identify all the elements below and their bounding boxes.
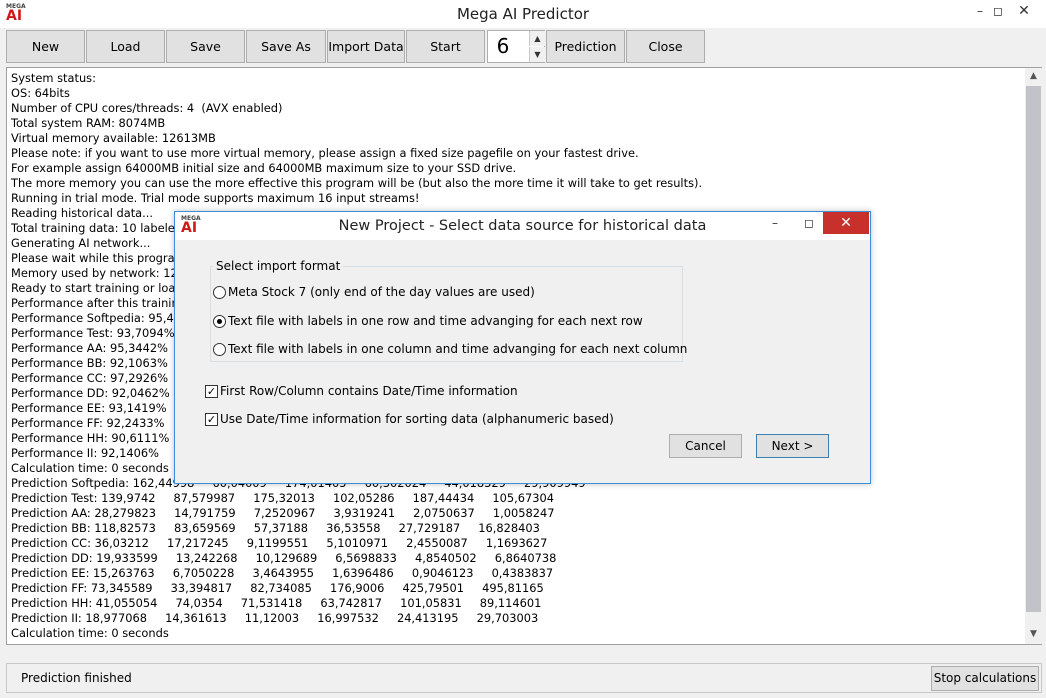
vertical-scrollbar[interactable]: ▲ ▼	[1025, 68, 1042, 644]
window-title: Mega AI Predictor	[456, 5, 590, 23]
option-text-rows-label[interactable]: Text file with labels in one row and tim…	[228, 314, 643, 329]
log-line: System status:	[11, 71, 96, 85]
radio-metastock[interactable]	[213, 286, 226, 299]
option-metastock-label[interactable]: Meta Stock 7 (only end of the day values…	[228, 285, 535, 300]
dialog-body: Select import format Meta Stock 7 (only …	[177, 240, 866, 480]
save-as-button[interactable]: Save As	[246, 30, 326, 63]
cancel-button[interactable]: Cancel	[669, 434, 742, 458]
status-bar: Prediction finished Stop calculations	[6, 663, 1042, 693]
log-line: Prediction EE: 15,263763 6,7050228 3,464…	[11, 566, 554, 580]
new-button[interactable]: New	[6, 30, 85, 63]
spinner-value[interactable]: 6	[488, 31, 518, 62]
log-line: Please note: if you want to use more vir…	[11, 146, 639, 160]
scroll-thumb[interactable]	[1026, 86, 1041, 612]
dialog-close-icon[interactable]: ✕	[823, 212, 869, 234]
option-text-columns-label[interactable]: Text file with labels in one column and …	[228, 342, 687, 357]
dialog-title-bar: MEGA AI New Project - Select data source…	[175, 212, 870, 240]
training-spinner[interactable]: 6 ▲ ▼	[487, 30, 545, 63]
checkbox-sort-date[interactable]: ✓	[205, 413, 218, 426]
radio-text-rows[interactable]	[213, 315, 226, 328]
log-line: Prediction CC: 36,03212 17,217245 9,1199…	[11, 536, 548, 550]
close-button[interactable]: Close	[626, 30, 705, 63]
log-line: Prediction II: 18,977068 14,361613 11,12…	[11, 611, 539, 625]
save-button[interactable]: Save	[166, 30, 245, 63]
log-line: Total system RAM: 8074MB	[11, 116, 166, 130]
log-line: Running in trial mode. Trial mode suppor…	[11, 191, 420, 205]
new-project-dialog: MEGA AI New Project - Select data source…	[174, 211, 871, 484]
radio-text-columns[interactable]	[213, 343, 226, 356]
log-line: Prediction DD: 19,933599 13,242268 10,12…	[11, 551, 557, 565]
checkbox-date-info-label[interactable]: First Row/Column contains Date/Time info…	[220, 384, 518, 399]
log-line: For example assign 64000MB initial size …	[11, 161, 517, 175]
start-training-button[interactable]: Start Training	[406, 30, 485, 85]
log-line: Prediction Test: 139,9742 87,579987 175,…	[11, 491, 554, 505]
checkbox-sort-date-label[interactable]: Use Date/Time information for sorting da…	[220, 412, 614, 427]
restore-icon[interactable]: ◻	[984, 0, 1012, 22]
log-line: Number of CPU cores/threads: 4 (AVX enab…	[11, 101, 283, 115]
close-icon[interactable]: ✕	[1010, 0, 1038, 22]
dialog-maximize-icon[interactable]: ◻	[795, 212, 823, 234]
scroll-down-icon[interactable]: ▼	[1025, 626, 1042, 643]
status-text: Prediction finished	[21, 671, 132, 685]
scroll-up-icon[interactable]: ▲	[1025, 68, 1042, 85]
import-data-button[interactable]: Import Data	[327, 30, 405, 63]
log-line: Virtual memory available: 12613MB	[11, 131, 216, 145]
log-line: Calculation time: 0 seconds	[11, 626, 169, 640]
title-bar: MEGA AI Mega AI Predictor – ◻ ✕	[0, 0, 1046, 28]
prediction-button[interactable]: Prediction	[546, 30, 625, 63]
spin-up-icon[interactable]: ▲	[529, 31, 545, 46]
import-format-label: Select import format	[213, 259, 344, 273]
log-line: Prediction AA: 28,279823 14,791759 7,252…	[11, 506, 555, 520]
load-button[interactable]: Load	[86, 30, 165, 63]
log-line: Prediction HH: 41,055054 74,0354 71,5314…	[11, 596, 542, 610]
log-line: Prediction FF: 73,345589 33,394817 82,73…	[11, 581, 544, 595]
checkbox-date-info[interactable]: ✓	[205, 385, 218, 398]
log-line: Prediction BB: 118,82573 83,659569 57,37…	[11, 521, 540, 535]
stop-calculations-button[interactable]: Stop calculations	[931, 666, 1039, 691]
spin-down-icon[interactable]: ▼	[529, 47, 545, 62]
log-line: OS: 64bits	[11, 86, 70, 100]
dialog-minimize-icon[interactable]: –	[761, 212, 789, 234]
log-line: The more memory you can use the more eff…	[11, 176, 703, 190]
next-button[interactable]: Next >	[756, 434, 829, 458]
